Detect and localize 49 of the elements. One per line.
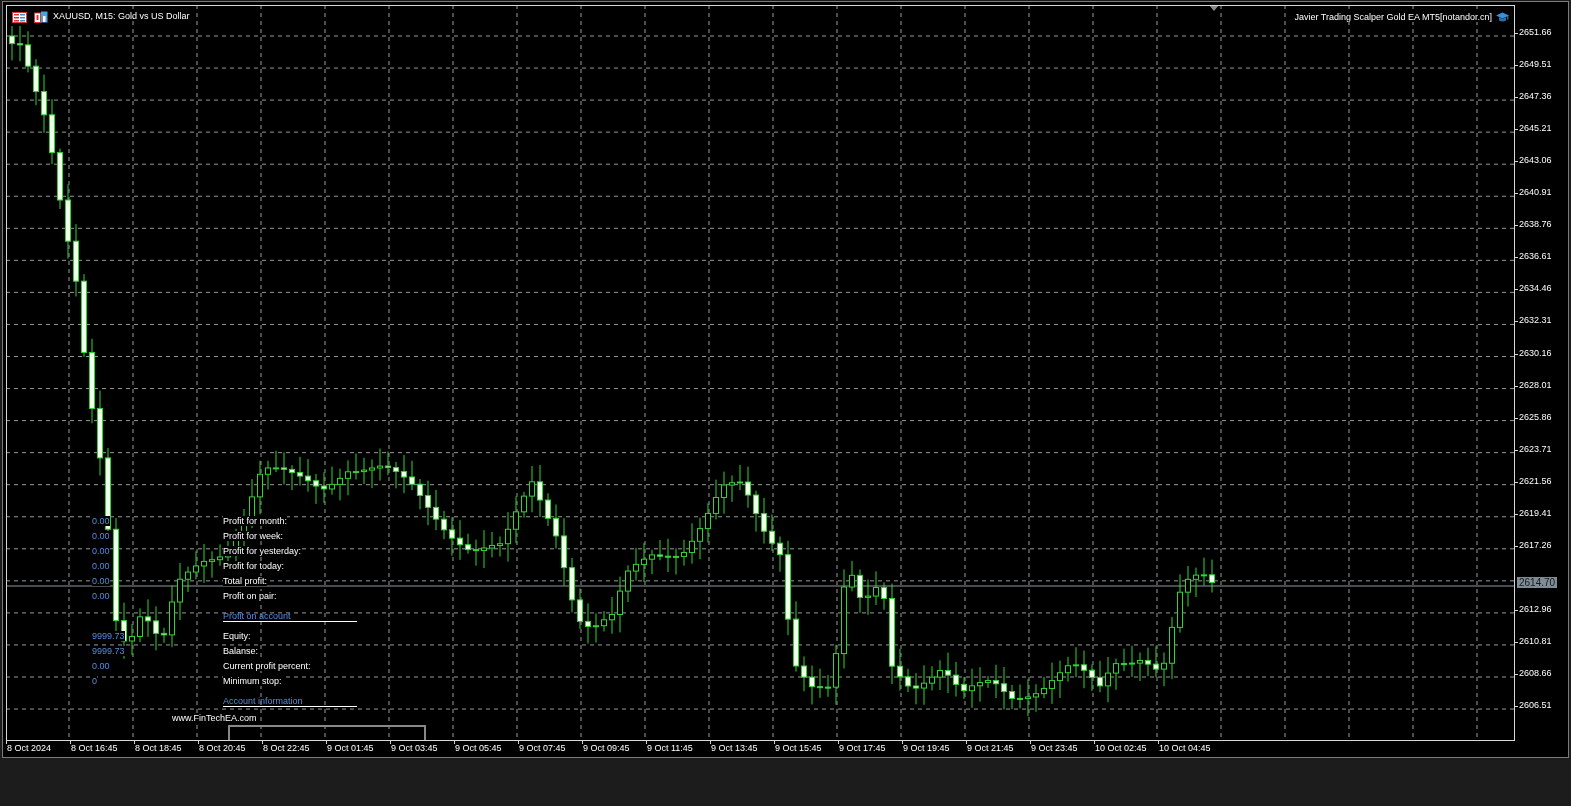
chart-title: XAUUSD, M15: Gold vs US Dollar bbox=[53, 11, 190, 21]
time-label: 10 Oct 02:45 bbox=[1095, 743, 1147, 753]
expert-name: Javier Trading Scalper Gold EA MT5[notandor.cn] bbox=[1294, 12, 1492, 22]
current-price-label: 2614.70 bbox=[1517, 577, 1558, 588]
panel-value: 0.00 bbox=[92, 546, 110, 556]
panel-value: 0.00 bbox=[92, 516, 110, 526]
time-label: 8 Oct 16:45 bbox=[71, 743, 118, 753]
graduation-cap-icon[interactable] bbox=[1496, 12, 1509, 23]
panel-heading: Profit on account bbox=[223, 611, 357, 622]
time-label: 10 Oct 04:45 bbox=[1159, 743, 1211, 753]
panel-value: 0.00 bbox=[92, 561, 110, 571]
time-label: 9 Oct 03:45 bbox=[391, 743, 438, 753]
time-label: 8 Oct 20:45 bbox=[199, 743, 246, 753]
panel-label: Balanse: bbox=[223, 646, 259, 656]
panel-label: Profit for month: bbox=[223, 516, 288, 526]
panel-label: Profit on pair: bbox=[223, 591, 277, 601]
time-label: 9 Oct 23:45 bbox=[1031, 743, 1078, 753]
panel-value: 9999.73 bbox=[92, 646, 125, 656]
table-icon[interactable] bbox=[12, 12, 27, 23]
time-label: 9 Oct 17:45 bbox=[839, 743, 886, 753]
panel-value: 0 bbox=[92, 676, 97, 686]
website-label: www.FinTechEA.com bbox=[172, 713, 257, 723]
time-label: 9 Oct 09:45 bbox=[583, 743, 630, 753]
panel-label: Profit for week: bbox=[223, 531, 284, 541]
time-label: 9 Oct 13:45 bbox=[711, 743, 758, 753]
panel-value: 9999.73 bbox=[92, 631, 125, 641]
time-label: 9 Oct 05:45 bbox=[455, 743, 502, 753]
panel-label: Profit for today: bbox=[223, 561, 285, 571]
panel-label: Profit for yesterday: bbox=[223, 546, 302, 556]
panel-label: Minimum stop: bbox=[223, 676, 282, 686]
chart-bars-icon[interactable] bbox=[34, 11, 48, 23]
panel-heading: Account information bbox=[223, 696, 357, 707]
panel-value: 0.00 bbox=[92, 576, 110, 586]
time-label: 8 Oct 18:45 bbox=[135, 743, 182, 753]
time-label: 9 Oct 01:45 bbox=[327, 743, 374, 753]
time-label: 9 Oct 19:45 bbox=[903, 743, 950, 753]
panel-label: Current profit percent: bbox=[223, 661, 311, 671]
panel-value: 0.00 bbox=[92, 591, 110, 601]
time-label: 8 Oct 2024 bbox=[7, 743, 52, 753]
panel-label: Total profit: bbox=[223, 576, 268, 586]
time-label: 8 Oct 22:45 bbox=[263, 743, 310, 753]
panel-value: 0.00 bbox=[92, 661, 110, 671]
panel-value: 0.00 bbox=[92, 531, 110, 541]
time-label: 9 Oct 11:45 bbox=[647, 743, 693, 753]
time-label: 9 Oct 15:45 bbox=[775, 743, 822, 753]
chart-shift-marker-icon[interactable] bbox=[1209, 6, 1219, 11]
panel-label: Equity: bbox=[223, 631, 251, 641]
time-label: 9 Oct 21:45 bbox=[967, 743, 1014, 753]
time-label: 9 Oct 07:45 bbox=[519, 743, 566, 753]
